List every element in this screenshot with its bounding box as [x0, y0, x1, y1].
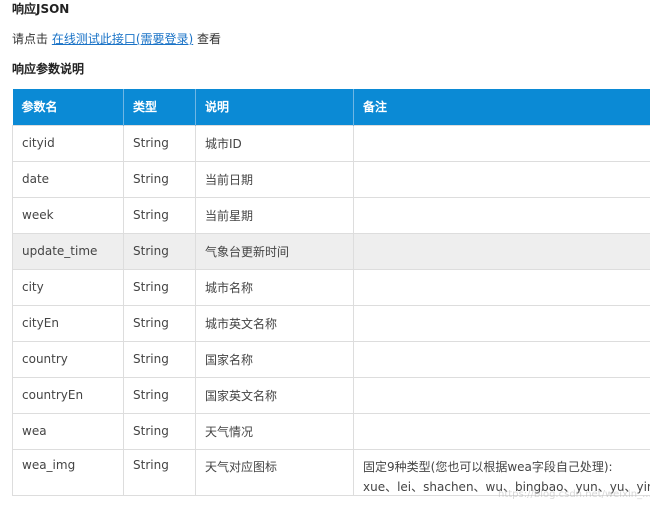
cell-type: String	[123, 412, 196, 450]
response-params-heading: 响应参数说明	[12, 62, 85, 76]
cell-description: 当前日期	[195, 160, 354, 198]
cell-type: String	[123, 232, 196, 270]
cell-param-name: cityid	[12, 124, 124, 162]
cell-param-name: wea_img	[12, 448, 124, 496]
cell-note	[353, 232, 650, 270]
header-param-name: 参数名	[12, 89, 124, 125]
table-row: date String 当前日期	[12, 160, 650, 198]
cell-type: String	[123, 376, 196, 414]
table-row: cityEn String 城市英文名称	[12, 304, 650, 342]
cell-param-name: countryEn	[12, 376, 124, 414]
cell-type: String	[123, 304, 196, 342]
cell-type: String	[123, 268, 196, 306]
header-note: 备注	[363, 100, 388, 115]
table-row: cityid String 城市ID	[12, 124, 650, 162]
online-test-link[interactable]: 在线测试此接口(需要登录)	[52, 32, 193, 46]
cell-type: String	[123, 196, 196, 234]
table-row: wea String 天气情况	[12, 412, 650, 450]
table-row: country String 国家名称	[12, 340, 650, 378]
cell-note	[353, 340, 650, 378]
cell-description: 国家名称	[195, 340, 354, 378]
table-row: week String 当前星期	[12, 196, 650, 234]
cell-description: 天气情况	[195, 412, 354, 450]
table-row: city String 城市名称	[12, 268, 650, 306]
cell-param-name: city	[12, 268, 124, 306]
cell-type: String	[123, 124, 196, 162]
cell-note	[353, 412, 650, 450]
table-row-highlighted: update_time String 气象台更新时间	[12, 232, 650, 270]
cell-note	[353, 304, 650, 342]
table-header-row: 参数名 类型 说明 备注	[12, 89, 650, 125]
cell-description: 城市ID	[195, 124, 354, 162]
cell-param-name: wea	[12, 412, 124, 450]
cell-type: String	[123, 340, 196, 378]
cell-description: 当前星期	[195, 196, 354, 234]
cell-note	[353, 124, 650, 162]
cell-param-name: week	[12, 196, 124, 234]
online-test-prefix: 请点击	[12, 32, 52, 46]
cell-param-name: cityEn	[12, 304, 124, 342]
online-test-line: 请点击 在线测试此接口(需要登录) 查看	[12, 30, 221, 48]
cell-param-name: update_time	[12, 232, 124, 270]
cell-description: 城市名称	[195, 268, 354, 306]
response-json-heading: 响应JSON	[12, 2, 70, 16]
cell-param-name: date	[12, 160, 124, 198]
watermark: https://blog.csdn.net/weixin_...	[498, 489, 650, 500]
cell-param-name: country	[12, 340, 124, 378]
cell-description: 国家英文名称	[195, 376, 354, 414]
header-type: 类型	[123, 89, 196, 125]
cell-description: 城市英文名称	[195, 304, 354, 342]
cell-description: 气象台更新时间	[195, 232, 354, 270]
note-line-1: 固定9种类型(您也可以根据wea字段自己处理):	[363, 459, 613, 474]
params-table: 参数名 类型 说明 备注 cityid String 城市ID date Str…	[12, 89, 650, 496]
cell-note	[353, 160, 650, 198]
cell-note	[353, 196, 650, 234]
cell-type: String	[123, 160, 196, 198]
cell-description: 天气对应图标	[195, 448, 354, 496]
table-row: countryEn String 国家英文名称	[12, 376, 650, 414]
cell-note	[353, 268, 650, 306]
cell-type: String	[123, 448, 196, 496]
header-description: 说明	[195, 89, 354, 125]
cell-note	[353, 376, 650, 414]
online-test-suffix: 查看	[193, 32, 222, 46]
